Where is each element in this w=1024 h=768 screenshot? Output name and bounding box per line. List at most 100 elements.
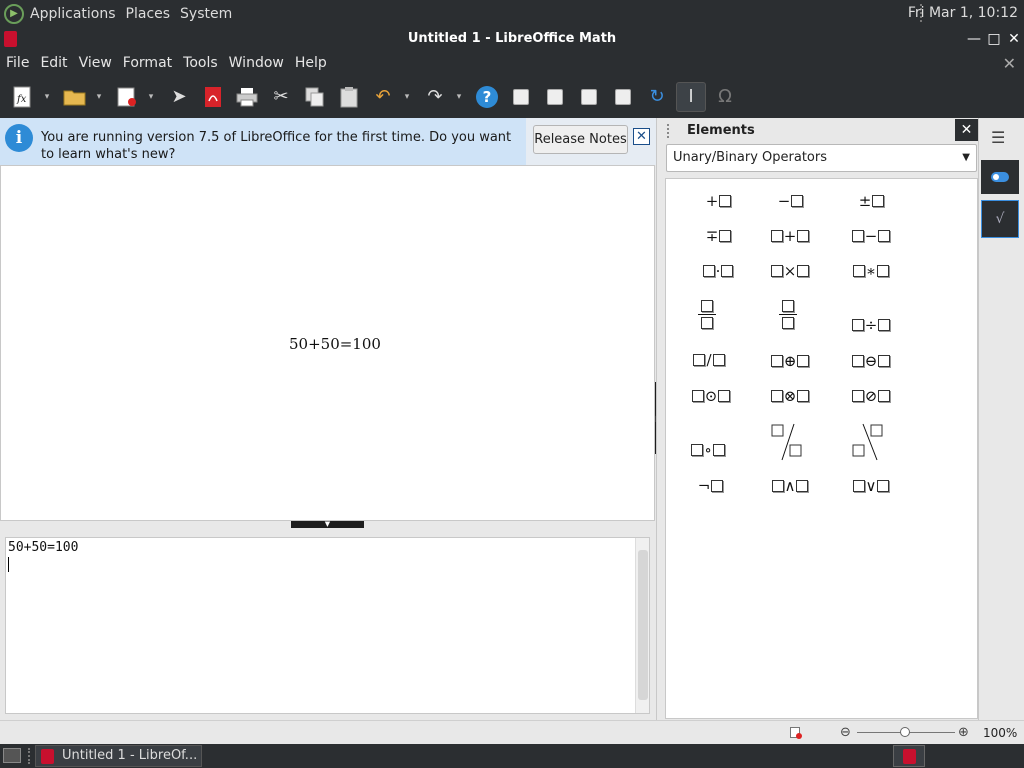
menu-window[interactable]: Window	[223, 55, 289, 71]
element-minusplus[interactable]: ∓	[688, 221, 748, 251]
elements-sidebar: Elements ✕ Unary/Binary Operators ▼ + − …	[656, 118, 978, 720]
document-modified-icon[interactable]	[790, 727, 802, 739]
element-division[interactable]: ÷	[841, 310, 901, 340]
chevron-down-icon: ▼	[962, 152, 970, 163]
element-widebslash[interactable]	[841, 421, 901, 465]
editor-splitter[interactable]: ▼	[0, 521, 655, 529]
workspace-switcher[interactable]	[893, 745, 925, 767]
zoom-fit-icon[interactable]	[608, 82, 638, 112]
editor-vertical-scrollbar[interactable]	[635, 538, 649, 713]
zoom-out-icon[interactable]: ⊖	[840, 725, 851, 740]
show-all-icon[interactable]	[574, 82, 604, 112]
element-category-value: Unary/Binary Operators	[673, 150, 828, 165]
element-slash[interactable]: /	[679, 345, 739, 375]
panel-clock[interactable]: Fri Mar 1, 10:12	[908, 5, 1018, 21]
close-document-button[interactable]: ✕	[1003, 54, 1016, 73]
copy-icon[interactable]	[300, 82, 330, 112]
maximize-button[interactable]: □	[984, 27, 1004, 51]
export-pdf-icon[interactable]	[198, 82, 228, 112]
taskbar-window-label: Untitled 1 - LibreOf...	[62, 748, 198, 763]
properties-tab[interactable]	[981, 160, 1019, 194]
undo-icon[interactable]: ↶	[368, 82, 398, 112]
zoom-in-icon[interactable]	[506, 82, 536, 112]
redo-icon[interactable]: ↷	[420, 82, 450, 112]
show-desktop-icon[interactable]	[3, 748, 21, 763]
panel-menu-system[interactable]: System	[180, 6, 232, 22]
element-neg[interactable]: ¬	[680, 471, 740, 501]
symbols-icon[interactable]: Ω	[710, 82, 740, 112]
element-cdot[interactable]: ·	[688, 256, 748, 286]
zoom-value[interactable]: 100%	[983, 726, 1017, 740]
menu-edit[interactable]: Edit	[34, 55, 72, 71]
element-oplus[interactable]: ⊕	[760, 346, 820, 376]
element-a-minus-b[interactable]: −	[841, 221, 901, 251]
panel-menu-applications[interactable]: Applications	[30, 6, 116, 22]
zoom-slider-handle[interactable]	[900, 727, 910, 737]
release-notes-button[interactable]: Release Notes	[533, 125, 628, 154]
redo-dropdown-icon[interactable]: ▾	[448, 82, 470, 112]
element-asterisk[interactable]: ∗	[841, 256, 901, 286]
element-wide-fraction[interactable]	[758, 294, 818, 334]
menu-tools[interactable]: Tools	[177, 55, 223, 71]
element-fraction[interactable]	[677, 294, 737, 334]
sidebar-settings-icon[interactable]: ☰	[991, 128, 1007, 147]
panel-menu-places[interactable]: Places	[126, 6, 171, 22]
element-otimes[interactable]: ⊗	[760, 381, 820, 411]
element-category-select[interactable]: Unary/Binary Operators ▼	[666, 144, 977, 172]
distro-logo-icon[interactable]: ▶	[4, 3, 24, 24]
zoom-out-icon[interactable]	[540, 82, 570, 112]
update-icon[interactable]: ↻	[642, 82, 672, 112]
minimize-button[interactable]: —	[964, 27, 984, 51]
menu-help[interactable]: Help	[289, 55, 332, 71]
libreoffice-math-icon	[903, 749, 916, 764]
formula-cursor-icon[interactable]: I	[676, 81, 706, 112]
new-dropdown-icon[interactable]: ▾	[36, 82, 58, 112]
svg-text:fx: fx	[16, 94, 27, 105]
op-glyph: ±	[858, 192, 872, 210]
formula-preview[interactable]: 50+50=100	[0, 165, 655, 521]
element-odivide[interactable]: ⊘	[841, 381, 901, 411]
paste-icon[interactable]	[334, 82, 364, 112]
new-formula-icon[interactable]: fx	[8, 82, 38, 112]
op-glyph: +	[783, 227, 797, 245]
element-odot[interactable]: ⊙	[681, 381, 741, 411]
infobar-close-button[interactable]: ✕	[633, 128, 650, 145]
element-wideslash[interactable]	[760, 421, 820, 465]
taskbar: Untitled 1 - LibreOf...	[0, 744, 1024, 768]
element-circ[interactable]: ∘	[678, 435, 738, 465]
editor-splitter-handle[interactable]: ▼	[291, 521, 364, 528]
op-glyph: ∓	[705, 227, 719, 245]
undo-dropdown-icon[interactable]: ▾	[396, 82, 418, 112]
print-icon[interactable]	[232, 82, 262, 112]
element-minus[interactable]: −	[760, 186, 820, 216]
save-dropdown-icon[interactable]: ▾	[140, 82, 162, 112]
element-plusminus[interactable]: ±	[841, 186, 901, 216]
sidebar-grip[interactable]	[667, 124, 669, 138]
zoom-in-icon[interactable]: ⊕	[958, 725, 969, 740]
menu-format[interactable]: Format	[117, 55, 177, 71]
element-plus[interactable]: +	[688, 186, 748, 216]
open-folder-icon[interactable]	[60, 82, 90, 112]
menu-view[interactable]: View	[73, 55, 117, 71]
element-ominus[interactable]: ⊖	[841, 346, 901, 376]
elements-tab[interactable]: √	[981, 200, 1019, 238]
sidebar-close-button[interactable]: ✕	[955, 119, 978, 141]
element-and[interactable]: ∧	[760, 471, 820, 501]
editor-scroll-thumb[interactable]	[638, 550, 648, 700]
op-glyph: ∘	[704, 441, 712, 459]
help-glyph: ?	[476, 85, 498, 108]
cut-icon[interactable]: ✂	[266, 82, 296, 112]
taskbar-window-button[interactable]: Untitled 1 - LibreOf...	[35, 745, 202, 767]
menu-file[interactable]: File	[0, 55, 34, 71]
close-window-button[interactable]: ✕	[1004, 27, 1024, 51]
element-times[interactable]: ×	[760, 256, 820, 286]
help-icon[interactable]: ?	[472, 82, 502, 112]
op-glyph: ⊙	[704, 387, 718, 405]
command-text[interactable]: 50+50=100	[8, 540, 78, 555]
command-editor[interactable]: 50+50=100	[5, 537, 650, 714]
element-a-plus-b[interactable]: +	[760, 221, 820, 251]
save-icon[interactable]	[112, 82, 142, 112]
element-or[interactable]: ∨	[841, 471, 901, 501]
open-dropdown-icon[interactable]: ▾	[88, 82, 110, 112]
send-email-icon[interactable]: ➤	[164, 82, 194, 112]
